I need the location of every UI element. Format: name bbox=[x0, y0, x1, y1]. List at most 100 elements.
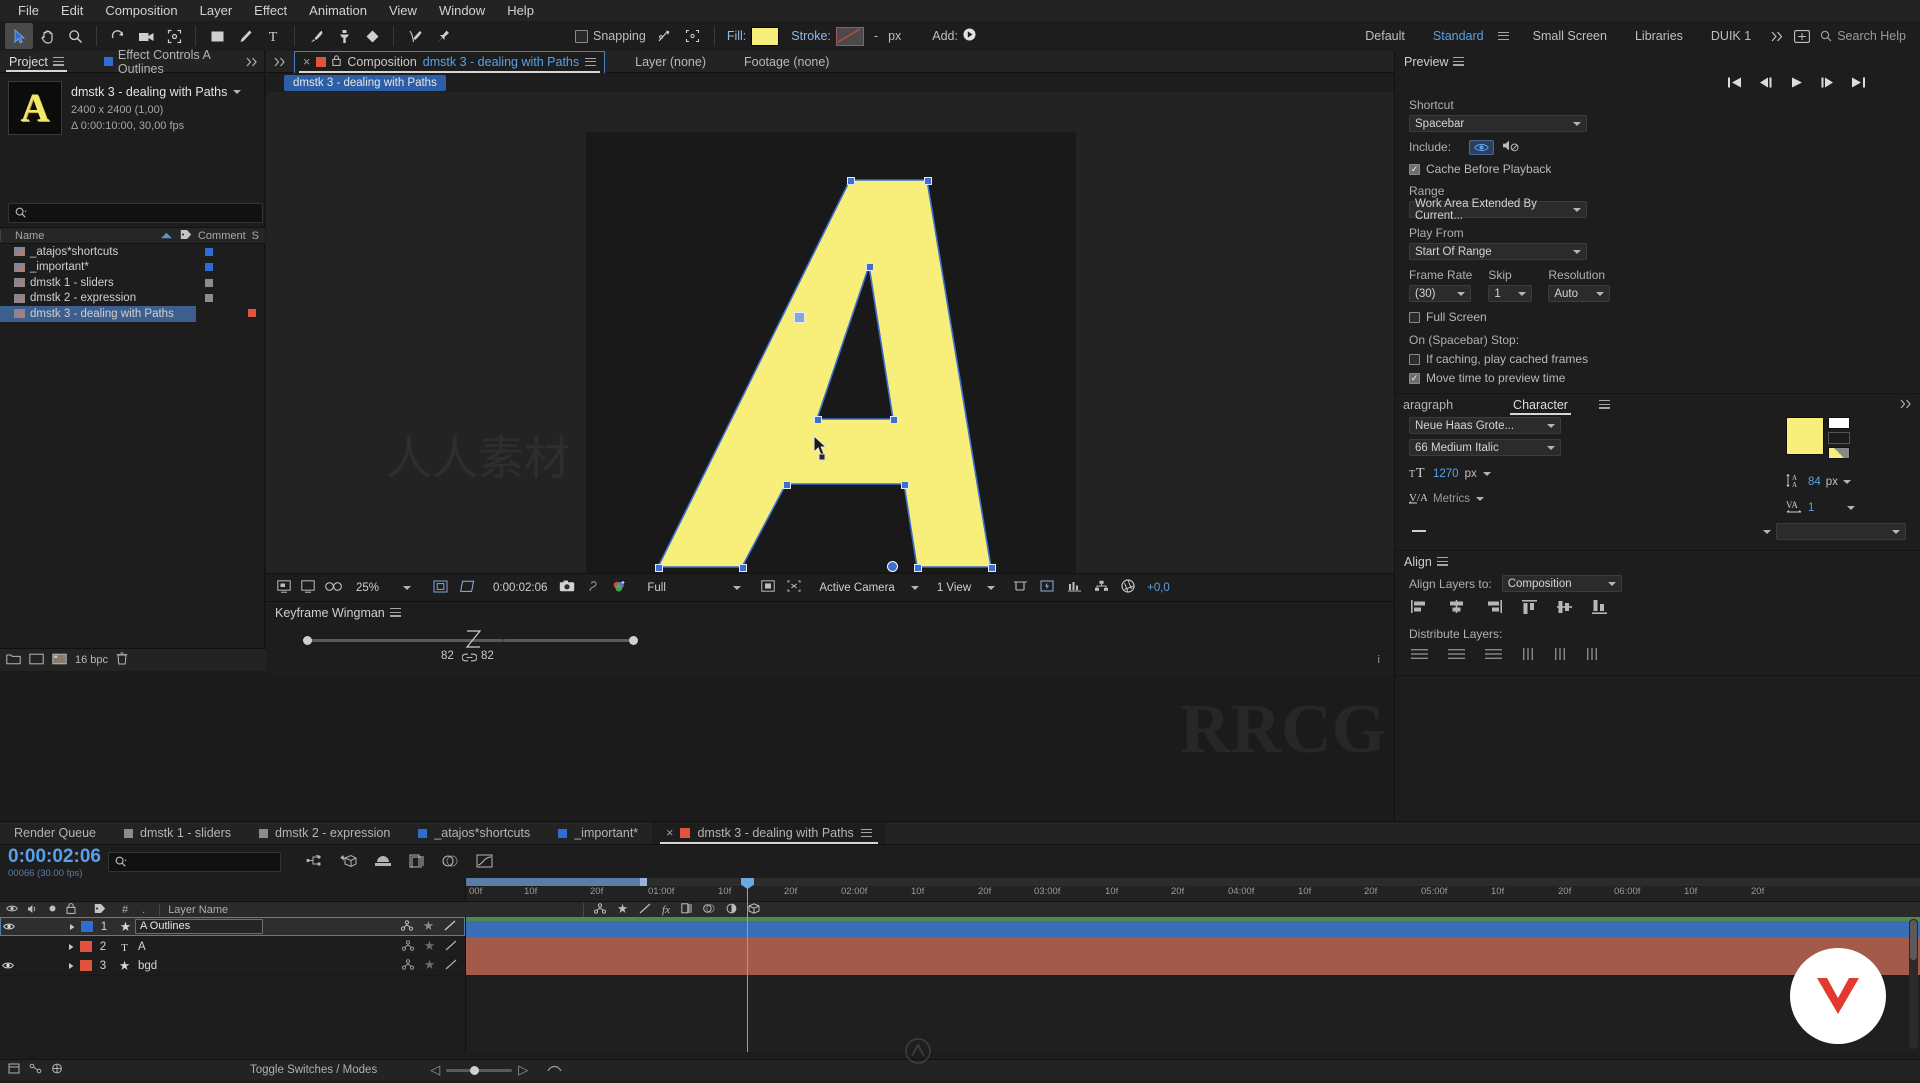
distribute-vertical-center-button[interactable] bbox=[1448, 648, 1465, 663]
toggle-masks-icon[interactable] bbox=[781, 580, 807, 595]
close-icon[interactable]: × bbox=[303, 55, 310, 69]
keyframe-wingman-menu-icon[interactable] bbox=[390, 608, 401, 617]
3d-glasses-icon[interactable] bbox=[320, 580, 347, 595]
renderer-icon[interactable] bbox=[51, 1063, 63, 1077]
toggle-switches-modes-label[interactable]: Toggle Switches / Modes bbox=[250, 1064, 377, 1076]
viewer-menu-icon[interactable] bbox=[585, 58, 596, 67]
kerning-value[interactable]: Metrics bbox=[1433, 493, 1470, 505]
kerning-dropdown-icon[interactable] bbox=[1476, 497, 1484, 501]
view-camera-value[interactable]: Active Camera bbox=[813, 582, 900, 594]
color-swap-swatch[interactable] bbox=[1828, 447, 1850, 459]
align-layers-dropdown[interactable]: Composition bbox=[1502, 575, 1622, 592]
fast-previews-icon[interactable] bbox=[1034, 580, 1061, 595]
timeline-search-input[interactable] bbox=[108, 852, 281, 872]
tab-keyframe-wingman[interactable]: Keyframe Wingman bbox=[266, 602, 410, 623]
project-settings-icon[interactable] bbox=[52, 653, 67, 668]
exposure-value[interactable]: +0,0 bbox=[1141, 582, 1176, 594]
zoom-tool[interactable] bbox=[61, 23, 89, 49]
pan-behind-tool[interactable] bbox=[160, 23, 188, 49]
timeline-zoom-fit-icon[interactable] bbox=[547, 1063, 562, 1077]
link-icon[interactable] bbox=[462, 650, 477, 665]
quality-icon[interactable] bbox=[445, 959, 457, 973]
project-item-label-color[interactable] bbox=[248, 309, 256, 317]
workspace-default[interactable]: Default bbox=[1351, 29, 1419, 43]
go-to-start-button[interactable] bbox=[1727, 76, 1742, 92]
delete-icon[interactable] bbox=[116, 652, 128, 668]
path-vertex[interactable] bbox=[914, 564, 922, 572]
include-video-toggle[interactable] bbox=[1469, 140, 1494, 155]
shy-icon[interactable] bbox=[424, 940, 435, 954]
tab-dmstk1[interactable]: dmstk 1 - sliders bbox=[110, 822, 245, 844]
go-to-end-button[interactable] bbox=[1851, 76, 1866, 92]
align-top-button[interactable] bbox=[1522, 600, 1537, 617]
tab-composition[interactable]: × Composition dmstk 3 - dealing with Pat… bbox=[294, 51, 605, 73]
layer-expand-arrow[interactable] bbox=[65, 923, 79, 931]
include-audio-toggle[interactable] bbox=[1502, 139, 1519, 155]
view-camera-dropdown-icon[interactable] bbox=[911, 586, 919, 590]
project-item-label-color[interactable] bbox=[205, 294, 213, 302]
view-layout-value[interactable]: 1 View bbox=[931, 582, 977, 594]
workspace-small-screen[interactable]: Small Screen bbox=[1519, 29, 1621, 43]
layer-bar-bgd[interactable] bbox=[466, 956, 1920, 975]
shy-icon[interactable] bbox=[424, 959, 435, 973]
layer-row[interactable]: 2 T A bbox=[0, 937, 465, 957]
color-black-swatch[interactable] bbox=[1828, 432, 1850, 444]
snapshot-icon[interactable] bbox=[553, 580, 581, 595]
path-vertex[interactable] bbox=[866, 263, 874, 271]
font-family-dropdown[interactable]: Neue Haas Grote... bbox=[1409, 417, 1561, 434]
tab-important[interactable]: _important* bbox=[544, 822, 652, 844]
column-comment[interactable]: Comment bbox=[198, 230, 252, 242]
tab-layer[interactable]: Layer (none) bbox=[627, 51, 714, 72]
layer-label-color[interactable] bbox=[80, 941, 92, 952]
parent-link-icon[interactable] bbox=[402, 940, 414, 954]
column-layer-name[interactable]: Layer Name bbox=[159, 904, 228, 916]
path-vertex[interactable] bbox=[655, 564, 663, 572]
align-center-vertical-button[interactable] bbox=[1557, 600, 1572, 617]
font-size-value[interactable]: 1270 bbox=[1433, 468, 1459, 480]
tab-footage[interactable]: Footage (none) bbox=[736, 51, 837, 72]
motion-blur-icon[interactable] bbox=[442, 854, 459, 871]
menu-animation[interactable]: Animation bbox=[298, 0, 378, 21]
project-item[interactable]: _atajos*shortcuts bbox=[0, 244, 265, 260]
timeline-menu-icon[interactable] bbox=[861, 829, 872, 838]
layer-expand-arrow[interactable] bbox=[64, 943, 78, 951]
project-item[interactable]: dmstk 2 - expression bbox=[0, 291, 265, 307]
menu-edit[interactable]: Edit bbox=[50, 0, 94, 21]
tab-project[interactable]: Project bbox=[0, 51, 73, 72]
shy-icon[interactable] bbox=[423, 920, 434, 934]
align-center-horizontal-button[interactable] bbox=[1448, 600, 1465, 617]
tab-render-queue[interactable]: Render Queue bbox=[0, 822, 110, 844]
path-vertex[interactable] bbox=[988, 564, 996, 572]
menu-help[interactable]: Help bbox=[496, 0, 545, 21]
quality-icon[interactable] bbox=[445, 940, 457, 954]
character-overflow-icon[interactable] bbox=[1900, 397, 1920, 412]
tab-paragraph[interactable]: aragraph bbox=[1403, 394, 1462, 415]
slider-right-knob[interactable] bbox=[629, 636, 638, 645]
close-icon[interactable]: × bbox=[666, 826, 673, 840]
layer-expand-arrow[interactable] bbox=[64, 962, 78, 970]
label-column-icon[interactable] bbox=[94, 903, 106, 917]
channel-rgb-icon[interactable] bbox=[606, 580, 633, 596]
path-vertex[interactable] bbox=[890, 416, 898, 424]
tab-effect-controls[interactable]: Effect Controls A Outlines bbox=[95, 51, 246, 72]
path-vertex[interactable] bbox=[739, 564, 747, 572]
roto-brush-tool[interactable] bbox=[401, 23, 429, 49]
shortcut-dropdown[interactable]: Spacebar bbox=[1409, 115, 1587, 132]
quality-icon[interactable] bbox=[444, 920, 456, 934]
hand-tool[interactable] bbox=[33, 23, 61, 49]
stroke-swatch[interactable] bbox=[836, 27, 864, 46]
tab-align[interactable]: Align bbox=[1395, 551, 1457, 572]
if-caching-checkbox[interactable] bbox=[1409, 354, 1420, 365]
lock-icon[interactable] bbox=[332, 55, 341, 69]
menu-composition[interactable]: Composition bbox=[94, 0, 188, 21]
tab-character[interactable]: Character bbox=[1504, 394, 1577, 415]
parent-link-icon[interactable] bbox=[402, 959, 414, 973]
puppet-pin-tool[interactable] bbox=[429, 23, 457, 49]
keyframe-wingman-info-icon[interactable]: i bbox=[1378, 654, 1380, 666]
layer-name[interactable]: A Outlines bbox=[135, 919, 263, 934]
transparency-grid-icon[interactable] bbox=[454, 580, 481, 596]
layer-label-color[interactable] bbox=[80, 960, 92, 971]
new-folder-icon[interactable] bbox=[6, 653, 21, 668]
if-caching-row[interactable]: If caching, play cached frames bbox=[1409, 352, 1906, 366]
magnification-dropdown-icon[interactable] bbox=[403, 586, 411, 590]
